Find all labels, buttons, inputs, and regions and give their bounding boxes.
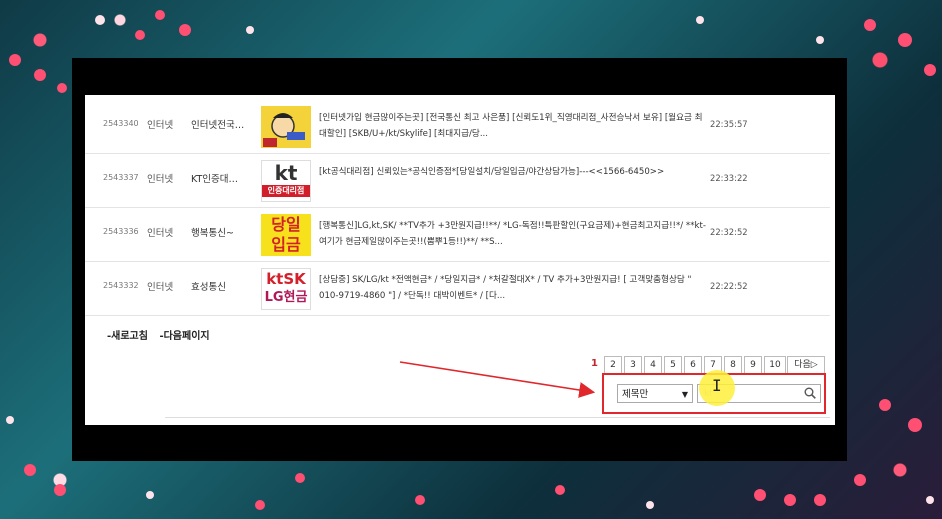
post-category: 인터넷 (147, 282, 174, 293)
page-link[interactable]: 8 (724, 356, 742, 374)
refresh-link[interactable]: -새로고침 (107, 331, 148, 342)
table-row[interactable]: 2543336 인터넷 행복통신~ 당일 입금 [행복통신]LG,kt,SK/ … (85, 209, 830, 262)
page-link[interactable]: 6 (684, 356, 702, 374)
page-link[interactable]: 9 (744, 356, 762, 374)
post-title[interactable]: [상담중] SK/LG/kt *전액현금* / *당일지급* / *처갈절대X*… (319, 272, 707, 306)
table-row[interactable]: 2543337 인터넷 KT인증대… kt 인증대리점 [kt공식대리점] 신뢰… (85, 155, 830, 208)
post-number: 2543337 (103, 173, 139, 182)
post-title[interactable]: [행복통신]LG,kt,SK/ **TV추가 +3만원지급!!**/ *LG-독… (319, 218, 707, 252)
post-number: 2543332 (103, 281, 139, 290)
kt-logo-subtext: 인증대리점 (262, 185, 310, 197)
post-time: 22:32:52 (710, 227, 748, 237)
next-page-button[interactable]: 다음▷ (787, 356, 825, 374)
post-category: 인터넷 (147, 120, 174, 131)
post-author[interactable]: KT인증대… (191, 171, 253, 185)
text-cursor-icon: I (712, 376, 722, 395)
post-author[interactable]: 효성통신 (191, 279, 253, 293)
post-number: 2543340 (103, 119, 139, 128)
post-title[interactable]: [kt공식대리점] 신뢰있는*공식인증점*[당일설치/당일입금/야간상담가능]-… (319, 164, 707, 198)
post-number: 2543336 (103, 227, 139, 236)
current-page: 1 (591, 358, 598, 369)
page-link[interactable]: 2 (604, 356, 622, 374)
cartoon-thumb[interactable] (261, 106, 311, 148)
post-title[interactable]: [인터넷가입 현금많이주는곳] [전국통신 최고 사은품] [신뢰도1위_직영대… (319, 110, 707, 144)
divider (165, 417, 830, 418)
post-category: 인터넷 (147, 174, 174, 185)
page-link[interactable]: 3 (624, 356, 642, 374)
page-link[interactable]: 4 (644, 356, 662, 374)
board-links: -새로고침 -다음페이지 (107, 327, 218, 342)
post-author[interactable]: 인터넷전국… (191, 117, 253, 131)
ktsk-lg-thumb[interactable]: ktSK LG현금 (261, 268, 311, 310)
page-link[interactable]: 10 (764, 356, 786, 374)
kt-logo-text: kt (274, 161, 298, 185)
post-author[interactable]: 행복통신~ (191, 225, 253, 239)
thumb-text-top: ktSK (266, 270, 306, 288)
thumb-text-bottom: 입금 (271, 235, 301, 254)
next-page-link[interactable]: -다음페이지 (159, 331, 209, 342)
page-link[interactable]: 5 (664, 356, 682, 374)
kt-logo-thumb[interactable]: kt 인증대리점 (261, 160, 311, 202)
post-category: 인터넷 (147, 228, 174, 239)
table-row[interactable]: 2543332 인터넷 효성통신 ktSK LG현금 [상담중] SK/LG/k… (85, 263, 830, 316)
post-time: 22:35:57 (710, 119, 748, 129)
post-time: 22:22:52 (710, 281, 748, 291)
table-row[interactable]: 2543340 인터넷 인터넷전국… [인터넷가입 현금많이주는곳] [전국통신… (85, 101, 830, 154)
post-time: 22:33:22 (710, 173, 748, 183)
thumb-text-top: 당일 (271, 215, 301, 234)
same-day-pay-thumb[interactable]: 당일 입금 (261, 214, 311, 256)
thumb-text-bottom: LG현금 (264, 290, 308, 305)
